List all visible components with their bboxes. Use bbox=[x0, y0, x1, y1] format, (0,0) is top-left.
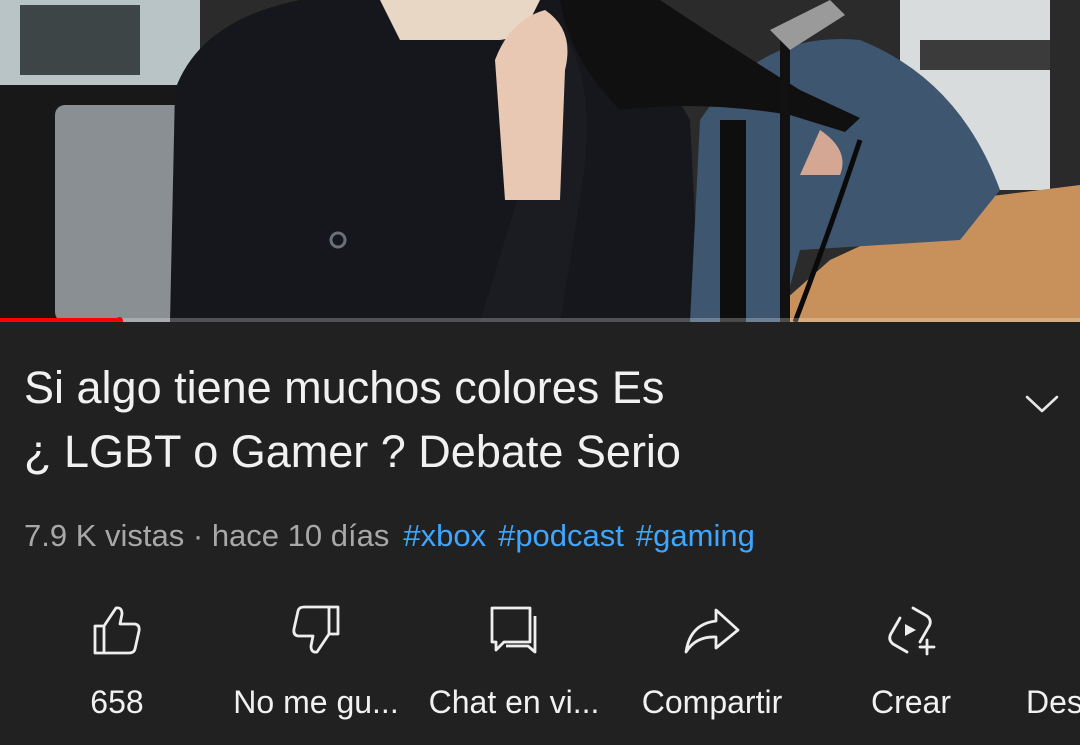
view-count: 7.9 K vistas bbox=[24, 518, 185, 553]
download-button[interactable]: Des bbox=[1020, 600, 1080, 730]
create-icon bbox=[881, 600, 941, 660]
meta-separator: · bbox=[184, 518, 212, 553]
dislike-button[interactable]: No me gu... bbox=[216, 600, 416, 730]
live-chat-button[interactable]: Chat en vi... bbox=[414, 600, 614, 730]
upload-age: hace 10 días bbox=[211, 518, 390, 553]
hashtag-link[interactable]: #podcast bbox=[498, 518, 624, 553]
thumbs-down-icon bbox=[286, 600, 346, 660]
like-count: 658 bbox=[90, 684, 144, 720]
video-title-line-2: ¿ LGBT o Gamer ? Debate Serio bbox=[24, 426, 681, 477]
hashtag-link[interactable]: #gaming bbox=[636, 518, 755, 553]
video-title[interactable]: Si algo tiene muchos colores Es ¿ LGBT o… bbox=[24, 356, 984, 484]
video-progress-bar[interactable] bbox=[0, 317, 1080, 322]
dislike-label: No me gu... bbox=[233, 684, 399, 720]
video-frame-image bbox=[0, 0, 1080, 322]
video-progress-scrubber[interactable] bbox=[115, 317, 123, 322]
download-icon bbox=[1020, 600, 1080, 660]
chat-icon bbox=[484, 600, 544, 660]
share-label: Compartir bbox=[641, 684, 783, 720]
video-player[interactable] bbox=[0, 0, 1080, 322]
chevron-down-icon bbox=[1025, 395, 1059, 413]
thumbs-up-icon bbox=[87, 600, 147, 660]
live-chat-label: Chat en vi... bbox=[428, 684, 600, 720]
expand-description-button[interactable] bbox=[1020, 388, 1064, 420]
like-button[interactable]: 658 bbox=[67, 600, 167, 730]
share-icon bbox=[682, 600, 742, 660]
create-button[interactable]: Crear bbox=[836, 600, 986, 730]
video-progress-fill bbox=[0, 318, 119, 322]
video-title-line-1: Si algo tiene muchos colores Es bbox=[24, 362, 665, 413]
video-meta: 7.9 K vistas · hace 10 días #xbox #podcast… bbox=[24, 514, 767, 558]
share-button[interactable]: Compartir bbox=[612, 600, 812, 730]
hashtag-link[interactable]: #xbox bbox=[403, 518, 486, 553]
create-label: Crear bbox=[870, 684, 951, 720]
download-label: Des bbox=[1026, 684, 1080, 720]
